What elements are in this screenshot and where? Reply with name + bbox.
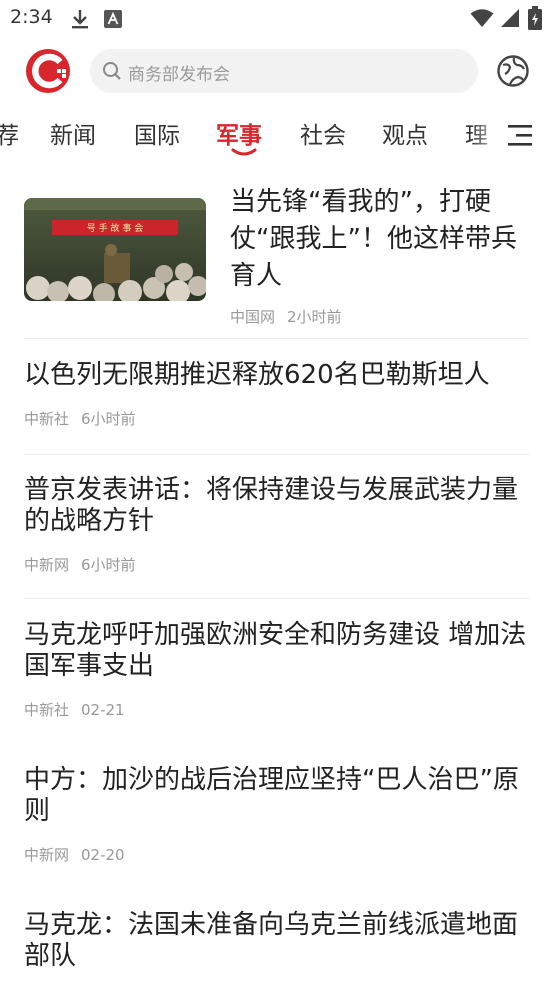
app-logo[interactable] — [24, 47, 72, 95]
news-item[interactable]: 以色列无限期推迟释放620名巴勒斯坦人 中新社 6小时前 — [24, 360, 534, 428]
news-item[interactable]: 中方：加沙的战后治理应坚持“巴人治巴”原则 中新网 02-20 — [24, 765, 534, 864]
tab-opinion[interactable]: 观点 — [382, 116, 428, 150]
wifi-icon — [470, 9, 494, 27]
news-item[interactable]: 马克龙呼吁加强欧洲安全和防务建设 增加法国军事支出 中新社 02-21 — [24, 620, 534, 719]
lead-news-title: 当先锋“看我的”，打硬仗“跟我上”！他这样带兵育人 — [230, 187, 517, 291]
news-time: 6小时前 — [81, 556, 136, 574]
news-time: 02-20 — [81, 846, 125, 864]
tab-news[interactable]: 新闻 — [50, 116, 96, 150]
news-meta: 中新社 6小时前 — [24, 408, 136, 429]
news-thumbnail: 号 手 故 事 会 — [24, 198, 206, 301]
news-title: 普京发表讲话：将保持建设与发展武装力量的战略方针 — [24, 475, 519, 536]
signal-icon — [501, 9, 519, 27]
tab-society[interactable]: 社会 — [300, 116, 346, 150]
active-tab-indicator — [231, 148, 257, 156]
download-icon — [72, 10, 88, 29]
text-app-icon — [104, 10, 122, 28]
news-item[interactable]: 普京发表讲话：将保持建设与发展武装力量的战略方针 中新网 6小时前 — [24, 475, 534, 574]
tab-military[interactable]: 军事 — [216, 116, 262, 150]
news-title: 马克龙：法国未准备向乌克兰前线派遣地面部队 — [24, 910, 519, 971]
banner-text: 号 手 故 事 会 — [87, 222, 143, 234]
status-time: 2:34 — [10, 6, 53, 28]
search-placeholder: 商务部发布会 — [128, 65, 230, 85]
news-source: 中新社 — [24, 410, 70, 428]
globe-icon[interactable] — [496, 54, 530, 88]
news-source: 中新网 — [24, 846, 70, 864]
status-bar: 2:34 — [0, 0, 553, 38]
news-source: 中国网 — [230, 308, 276, 326]
tab-recommend[interactable]: 荐 — [0, 116, 19, 150]
news-meta: 中国网 2小时前 — [230, 306, 342, 327]
news-time: 6小时前 — [81, 410, 136, 428]
battery-icon — [528, 6, 542, 30]
news-title: 中方：加沙的战后治理应坚持“巴人治巴”原则 — [24, 765, 519, 826]
category-tabs: 荐 新闻 国际 军事 社会 观点 理 — [0, 110, 553, 160]
menu-icon[interactable] — [508, 122, 534, 148]
search-icon — [103, 62, 121, 80]
news-time: 02-21 — [81, 701, 125, 719]
search-bar[interactable]: 商务部发布会 — [90, 49, 478, 93]
tab-international[interactable]: 国际 — [134, 116, 180, 150]
news-item[interactable]: 马克龙：法国未准备向乌克兰前线派遣地面部队 — [24, 910, 534, 972]
app-header: 商务部发布会 — [0, 40, 553, 104]
divider — [24, 454, 529, 455]
news-meta: 中新网 02-20 — [24, 844, 125, 865]
news-source: 中新社 — [24, 701, 70, 719]
news-source: 中新网 — [24, 556, 70, 574]
news-title: 以色列无限期推迟释放620名巴勒斯坦人 — [24, 360, 490, 390]
divider — [24, 338, 529, 339]
lead-news-item[interactable]: 号 手 故 事 会 当先锋“看我的”，打硬仗“跟我上”！他这样带兵育人 中国网 2… — [24, 184, 529, 334]
divider — [24, 598, 529, 599]
news-title: 马克龙呼吁加强欧洲安全和防务建设 增加法国军事支出 — [24, 620, 527, 681]
news-meta: 中新社 02-21 — [24, 699, 125, 720]
news-meta: 中新网 6小时前 — [24, 554, 136, 575]
news-time: 2小时前 — [287, 308, 342, 326]
